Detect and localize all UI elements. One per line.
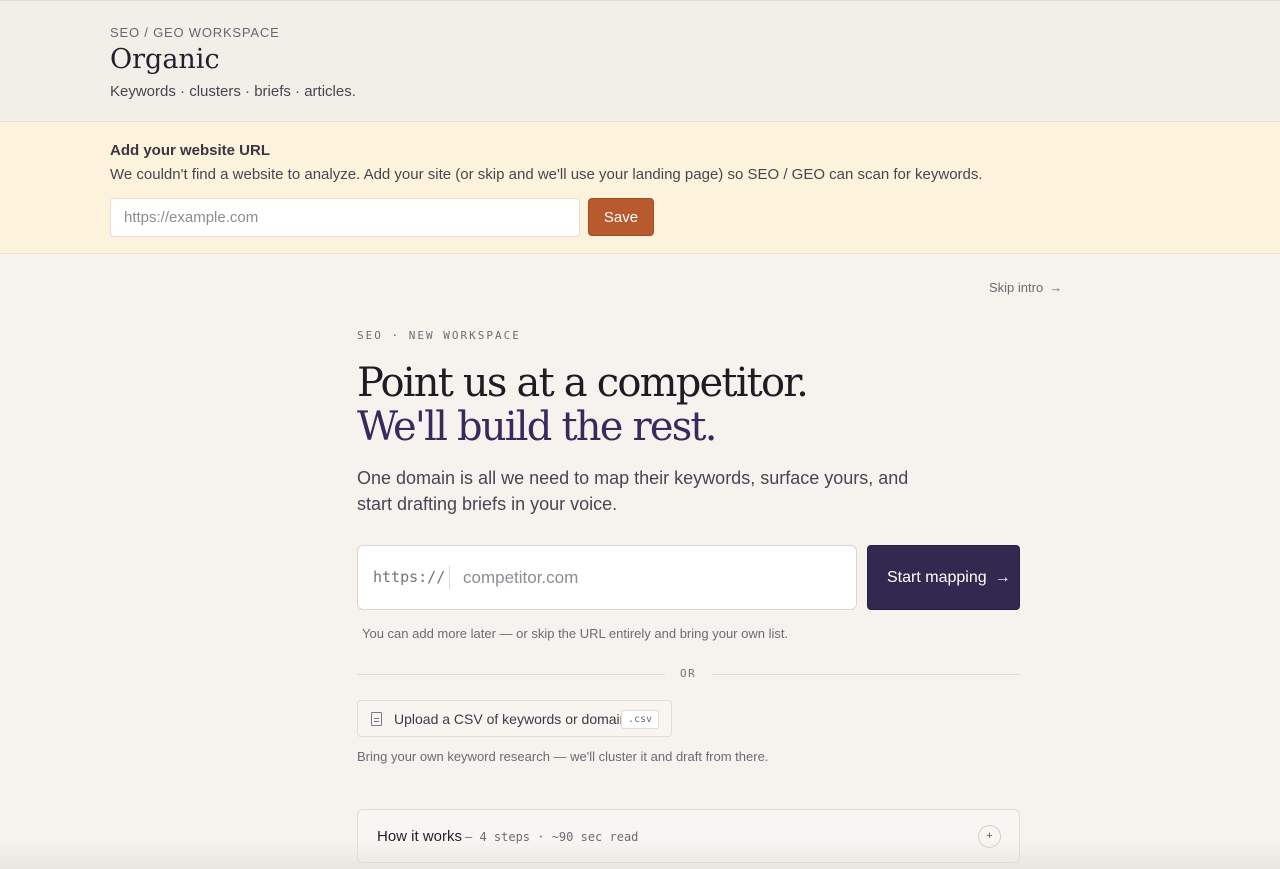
how-it-works-accordion[interactable]: How it works — 4 steps · ~90 sec read + xyxy=(357,809,1020,863)
headline-line-2: We'll build the rest. xyxy=(357,404,717,450)
divider-line-right xyxy=(712,674,1020,675)
csv-badge: .csv xyxy=(621,710,660,729)
skip-intro-link[interactable]: Skip intro → xyxy=(989,280,1062,295)
arrow-right-icon: → xyxy=(994,568,1011,586)
website-url-input[interactable] xyxy=(110,198,580,237)
banner-title: Add your website URL xyxy=(110,142,271,159)
workspace-eyebrow: SEO / GEO WORKSPACE xyxy=(110,25,280,40)
banner-text: We couldn't find a website to analyze. A… xyxy=(110,166,983,183)
or-divider: OR xyxy=(357,666,1020,682)
plus-icon[interactable]: + xyxy=(978,825,1001,848)
hero-headline: Point us at a competitor. We'll build th… xyxy=(357,360,809,450)
domain-hint: You can add more later — or skip the URL… xyxy=(362,626,789,641)
how-it-works-title: How it works xyxy=(377,828,463,845)
page-subtitle: Keywords · clusters · briefs · articles. xyxy=(110,83,356,100)
section-kicker: SEO · NEW WORKSPACE xyxy=(357,329,521,342)
skip-intro-label: Skip intro xyxy=(989,280,1044,295)
url-prefix: https:// xyxy=(373,568,446,586)
competitor-domain-field[interactable]: https:// xyxy=(357,545,857,610)
upload-csv-label: Upload a CSV of keywords or domains xyxy=(394,711,635,727)
divider-line-left xyxy=(357,674,665,675)
add-website-banner: Add your website URL We couldn't find a … xyxy=(0,122,1280,254)
competitor-domain-input[interactable] xyxy=(463,558,843,598)
prefix-divider xyxy=(449,566,450,589)
page-title: Organic xyxy=(110,44,220,75)
start-mapping-button[interactable]: Start mapping → xyxy=(867,545,1020,610)
upload-csv-button[interactable]: Upload a CSV of keywords or domains .csv xyxy=(357,700,672,737)
document-icon xyxy=(371,712,382,726)
page-header: SEO / GEO WORKSPACE Organic Keywords · c… xyxy=(0,0,1280,122)
save-button[interactable]: Save xyxy=(588,198,654,236)
hero-lede: One domain is all we need to map their k… xyxy=(357,468,909,514)
or-label: OR xyxy=(680,667,697,680)
headline-line-1: Point us at a competitor. xyxy=(357,360,809,406)
arrow-right-icon: → xyxy=(1049,280,1063,295)
how-it-works-meta: — 4 steps · ~90 sec read xyxy=(465,830,639,844)
upload-hint: Bring your own keyword research — we'll … xyxy=(357,749,769,764)
start-mapping-label: Start mapping xyxy=(887,568,987,586)
